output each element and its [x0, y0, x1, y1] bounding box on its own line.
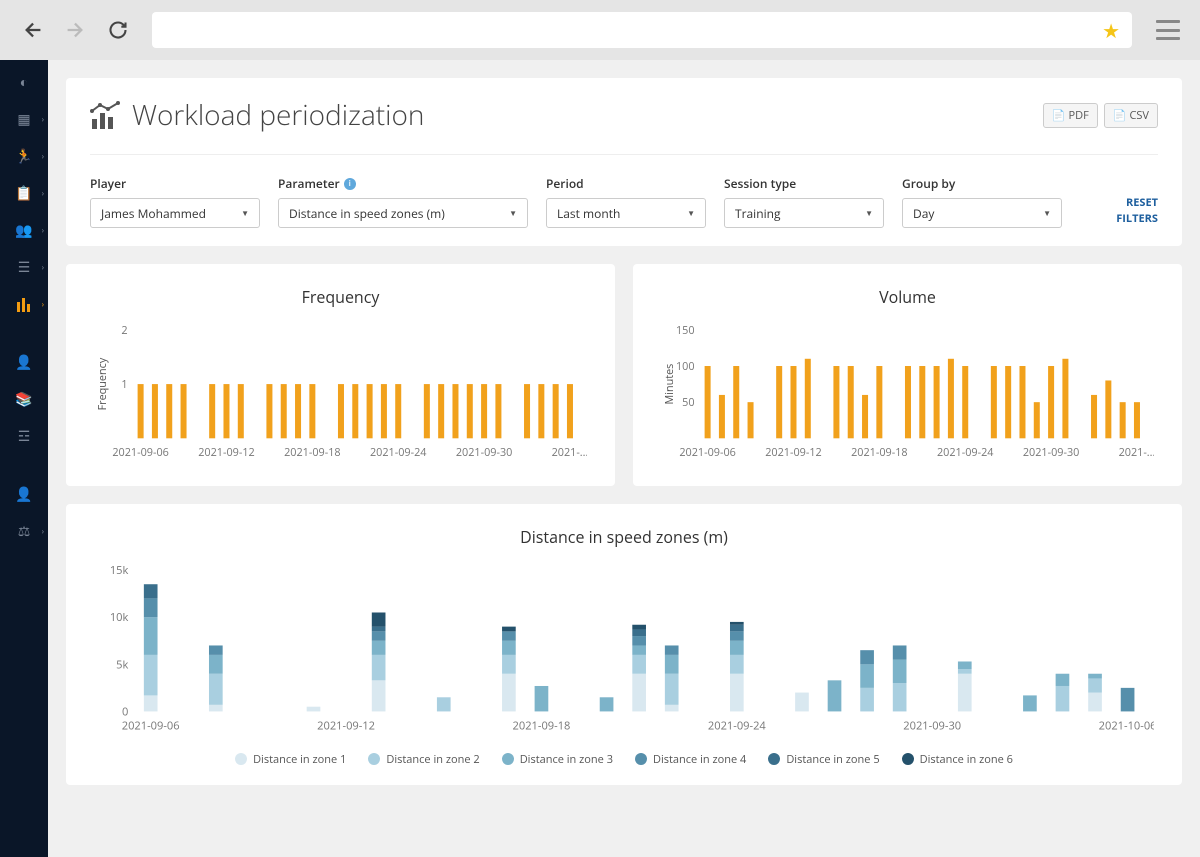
svg-text:2021-09-18: 2021-09-18 — [513, 718, 571, 733]
legend-item: Distance in zone 5 — [768, 752, 879, 767]
legend-item: Distance in zone 1 — [235, 752, 346, 767]
legend-item: Distance in zone 2 — [368, 752, 479, 767]
legend-item: Distance in zone 4 — [635, 752, 746, 767]
svg-text:2021-...: 2021-... — [1119, 445, 1154, 460]
chart-volume-panel: Volume 50 100 150 Minutes 2021-09-06 2021-09-… — [633, 264, 1182, 486]
sidebar-calendar[interactable]: ▦› — [0, 101, 48, 137]
chart-distance-legend: Distance in zone 1 Distance in zone 2 Dist… — [94, 752, 1154, 767]
filter-period-select[interactable]: Last month▼ — [546, 198, 706, 228]
svg-text:10k: 10k — [110, 610, 129, 625]
sidebar: ◐ ▦› 🏃› 📋› 👥› ☰› › 👤 📚 ☲ 👤 ⚖› — [0, 60, 48, 857]
sidebar-compare[interactable]: ⚖› — [0, 513, 48, 549]
sidebar-profile[interactable]: 👤 — [0, 476, 48, 512]
info-icon[interactable]: i — [344, 178, 356, 190]
svg-text:0: 0 — [122, 704, 128, 719]
sidebar-clipboard[interactable]: 📋› — [0, 175, 48, 211]
svg-text:Frequency: Frequency — [95, 357, 110, 410]
sidebar-periodization[interactable]: › — [0, 286, 48, 322]
sidebar-dashboard[interactable]: ◐ — [0, 64, 48, 100]
browser-toolbar: ★ — [0, 0, 1200, 60]
svg-text:2021-...: 2021-... — [552, 445, 587, 460]
svg-text:2021-09-24: 2021-09-24 — [937, 445, 994, 460]
sidebar-list[interactable]: ☲ — [0, 418, 48, 454]
svg-text:2: 2 — [121, 323, 127, 338]
svg-text:15k: 15k — [110, 563, 129, 578]
svg-text:150: 150 — [676, 323, 695, 338]
svg-text:1: 1 — [121, 377, 127, 392]
chart-frequency-title: Frequency — [94, 286, 587, 308]
svg-text:2021-09-24: 2021-09-24 — [708, 718, 767, 733]
filter-period-label: Period — [546, 175, 706, 192]
chart-volume-title: Volume — [661, 286, 1154, 308]
svg-text:2021-09-18: 2021-09-18 — [851, 445, 908, 460]
svg-text:2021-09-30: 2021-09-30 — [456, 445, 513, 460]
svg-text:2021-09-30: 2021-09-30 — [1023, 445, 1080, 460]
back-button[interactable] — [20, 16, 48, 44]
svg-text:2021-09-06: 2021-09-06 — [122, 718, 180, 733]
filter-session-label: Session type — [724, 175, 884, 192]
svg-text:2021-09-12: 2021-09-12 — [198, 445, 255, 460]
svg-text:2021-09-06: 2021-09-06 — [112, 445, 169, 460]
filter-parameter-label: Parameteri — [278, 175, 528, 192]
sidebar-group[interactable]: 👤 — [0, 344, 48, 380]
svg-text:Minutes: Minutes — [662, 364, 677, 405]
chart-distance-title: Distance in speed zones (m) — [94, 526, 1154, 548]
legend-item: Distance in zone 3 — [502, 752, 613, 767]
header-panel: Workload periodization 📄PDF 📄CSV Player … — [66, 78, 1182, 246]
filter-session-select[interactable]: Training▼ — [724, 198, 884, 228]
filter-parameter-select[interactable]: Distance in speed zones (m)▼ — [278, 198, 528, 228]
periodization-icon — [90, 101, 122, 129]
sidebar-runner[interactable]: 🏃› — [0, 138, 48, 174]
svg-text:2021-09-30: 2021-09-30 — [903, 718, 961, 733]
svg-text:2021-09-12: 2021-09-12 — [765, 445, 822, 460]
svg-text:2021-09-24: 2021-09-24 — [370, 445, 427, 460]
url-bar[interactable]: ★ — [152, 12, 1132, 48]
svg-text:2021-09-12: 2021-09-12 — [317, 718, 375, 733]
filter-groupby-label: Group by — [902, 175, 1062, 192]
browser-menu-icon[interactable] — [1156, 20, 1180, 40]
export-pdf-button[interactable]: 📄PDF — [1043, 103, 1098, 128]
filter-groupby-select[interactable]: Day▼ — [902, 198, 1062, 228]
svg-text:2021-10-06: 2021-10-06 — [1099, 718, 1154, 733]
chart-frequency-panel: Frequency 1 2 Frequency 2021-09-06 2021-09-1… — [66, 264, 615, 486]
filter-player-select[interactable]: James Mohammed▼ — [90, 198, 260, 228]
svg-text:50: 50 — [682, 395, 694, 410]
chart-frequency: 1 2 Frequency 2021-09-06 2021-09-12 2021-09-1… — [94, 320, 587, 468]
reset-filters-link[interactable]: RESET FILTERS — [1116, 195, 1158, 226]
chart-volume: 50 100 150 Minutes 2021-09-06 2021-09-12 2021-… — [661, 320, 1154, 468]
svg-text:2021-09-18: 2021-09-18 — [284, 445, 341, 460]
svg-text:100: 100 — [676, 359, 695, 374]
sidebar-team[interactable]: 👥› — [0, 212, 48, 248]
page-title: Workload periodization — [132, 96, 424, 134]
chart-distance: 0 5k 10k 15k 2021-09-06 2021-09-12 2021-09-18 2… — [94, 560, 1154, 742]
sidebar-roster[interactable]: ☰› — [0, 249, 48, 285]
filter-player-label: Player — [90, 175, 260, 192]
main-content: Workload periodization 📄PDF 📄CSV Player … — [48, 60, 1200, 857]
chart-distance-panel: Distance in speed zones (m) 0 5k 10k 15k 202… — [66, 504, 1182, 785]
svg-text:5k: 5k — [116, 657, 128, 672]
sidebar-library[interactable]: 📚 — [0, 381, 48, 417]
bookmark-star-icon[interactable]: ★ — [1102, 17, 1120, 44]
export-csv-button[interactable]: 📄CSV — [1104, 103, 1158, 128]
forward-button[interactable] — [60, 16, 88, 44]
reload-button[interactable] — [104, 16, 132, 44]
svg-text:2021-09-06: 2021-09-06 — [679, 445, 736, 460]
legend-item: Distance in zone 6 — [902, 752, 1013, 767]
